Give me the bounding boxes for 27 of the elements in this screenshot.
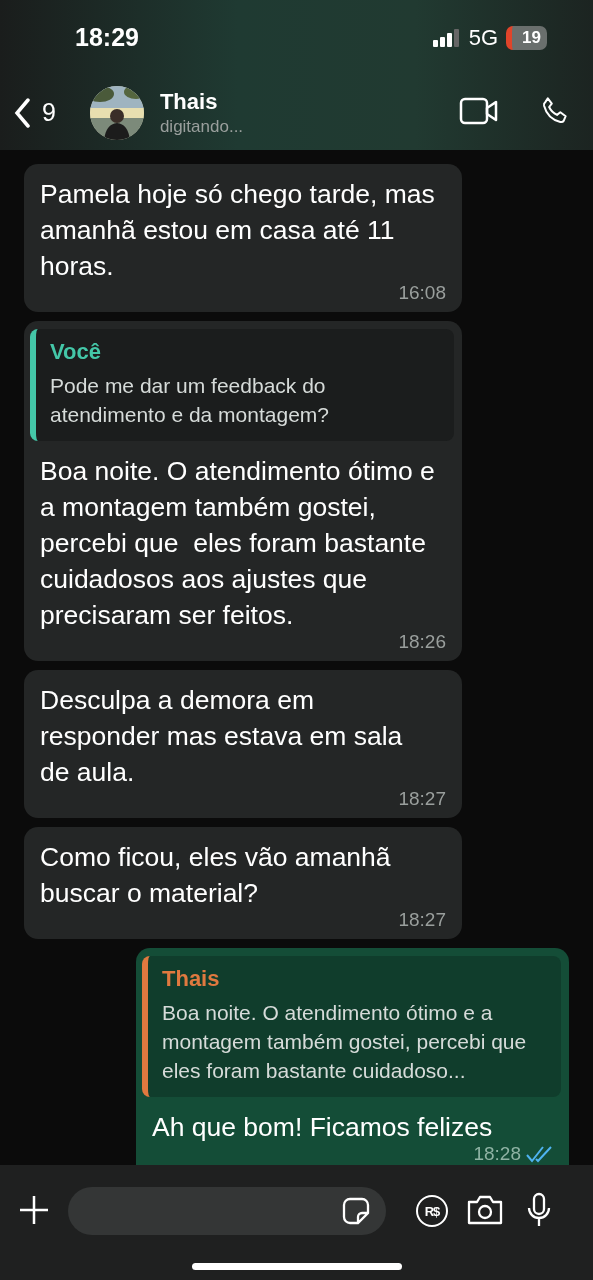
message-text: Boa noite. O atendimento ótimo e a montagem também gostei, percebi que eles foram bastante cuidadosos aos ajustes que precisaram ser feitos. [40,455,436,632]
quote-author: Thais [162,966,221,992]
message-input[interactable] [68,1187,386,1235]
clock: 18:29 [75,23,140,52]
quote-author: Você [50,339,102,365]
quote-text: Boa noite. O atendimento ótimo e a montagem também gostei, percebi que eles foram bastante cuidadoso... [162,1000,528,1084]
message-time: 18:27 [398,788,446,810]
chevron-left-icon [14,97,30,128]
message-text: Ah que bom! Ficamos felizes [152,1111,494,1144]
back-button[interactable]: 9 [14,97,56,128]
contact-status: digitando... [159,116,245,137]
message-time: 18:26 [398,631,446,653]
message-text: Como ficou, eles vão amanhã buscar o material? [40,841,392,910]
signal-icon [432,28,461,47]
message-time: 18:27 [398,909,446,931]
message-text: Pamela hoje só chego tarde, mas amanhã estou em casa até 11 horas. [40,178,436,283]
message-time: 18:28 [473,1143,521,1165]
sticker-icon[interactable] [342,1197,370,1225]
payment-button[interactable]: R$ [416,1195,448,1227]
quoted-message[interactable]: Você Pode me dar um feedback do atendimento e da montagem? [30,329,454,441]
message-text: Desculpa a demora em responder mas estava em sala de aula. [40,684,404,789]
message-time: 16:08 [398,282,446,304]
contact-name[interactable]: Thais [159,88,459,115]
quote-text: Pode me dar um feedback do atendimento e da montagem? [50,373,331,428]
network-label: 5G [468,24,499,51]
battery-level: 19 [506,25,547,50]
quoted-message[interactable]: Thais Boa noite. O atendimento ótimo e a montagem também gostei, percebi que eles foram bastante cuidadoso... [142,956,561,1097]
